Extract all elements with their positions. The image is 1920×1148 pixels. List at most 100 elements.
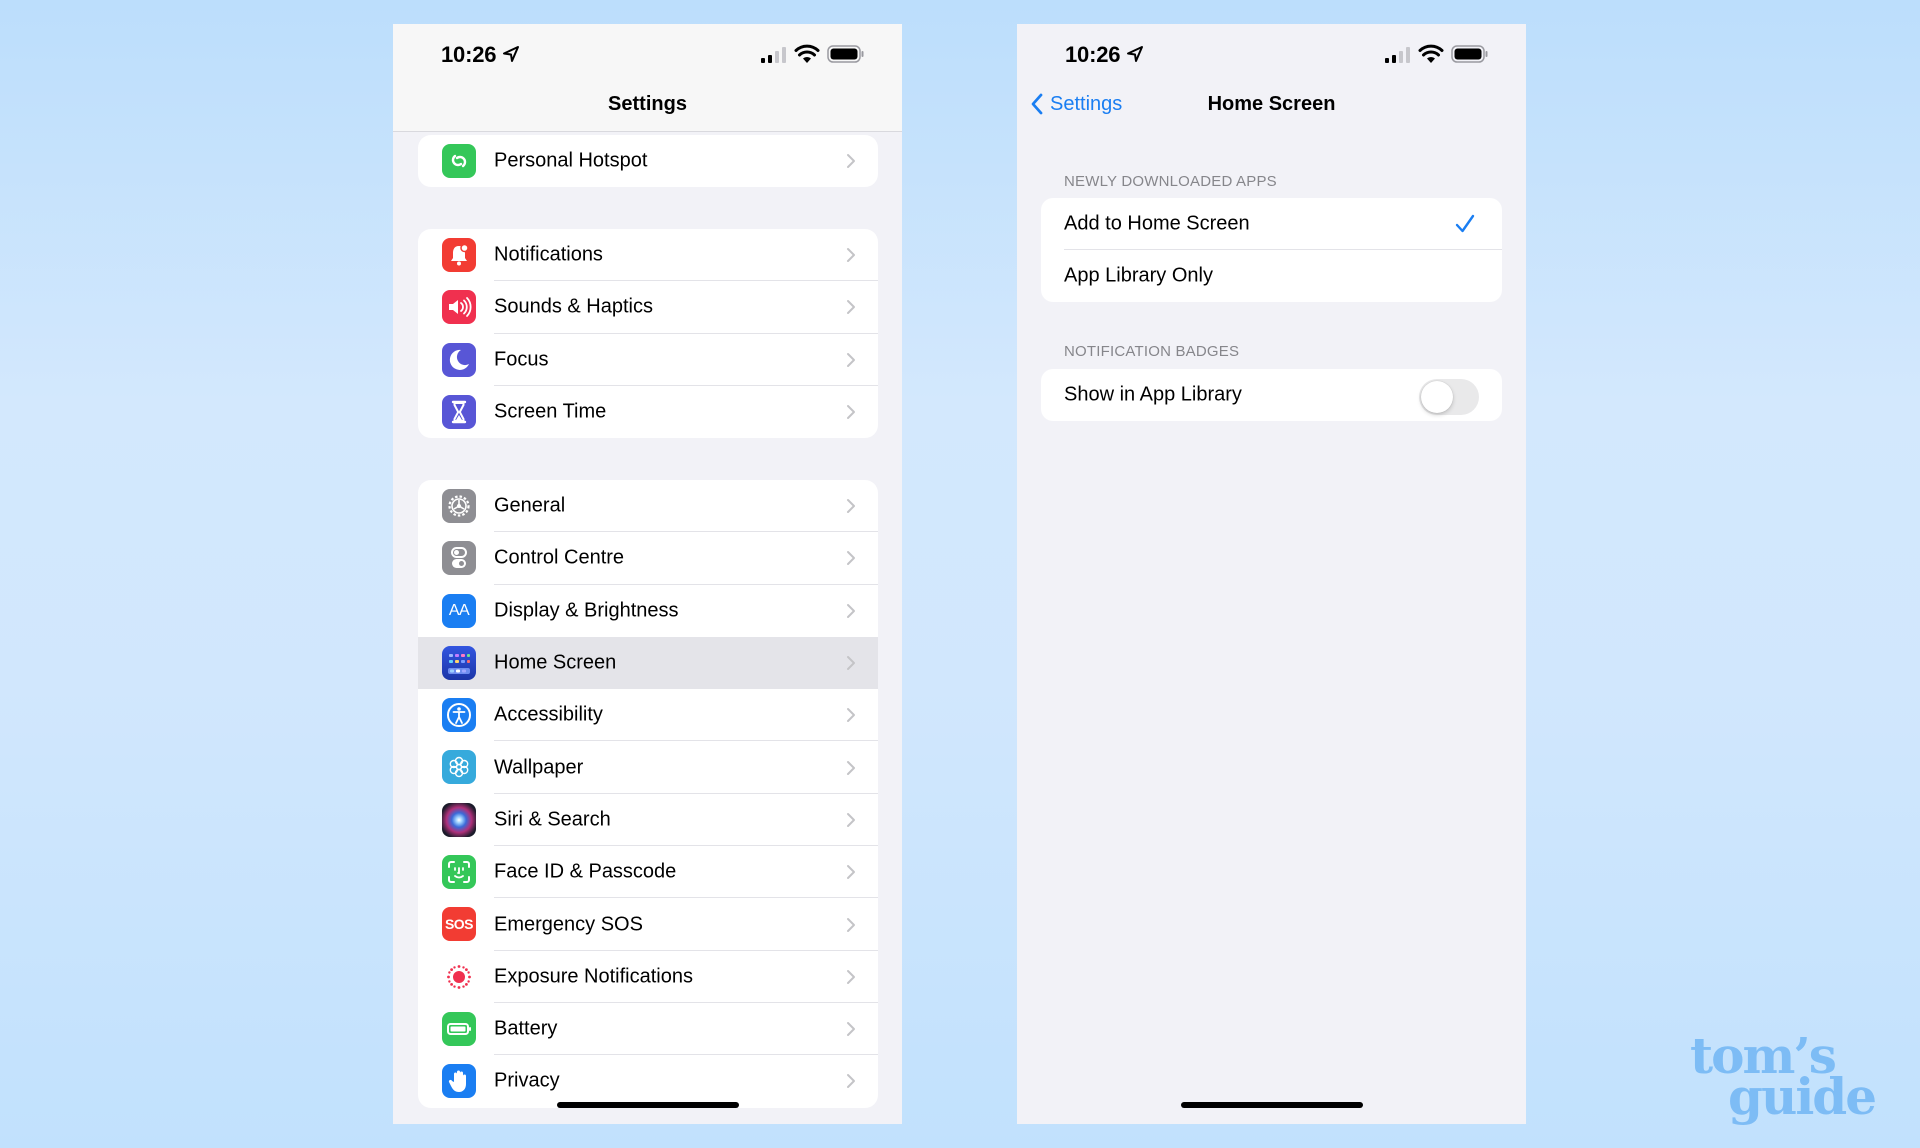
chevron-right-icon xyxy=(847,656,855,671)
siri-icon xyxy=(442,802,476,837)
settings-item-label: Sounds & Haptics xyxy=(494,295,653,318)
chevron-right-icon xyxy=(847,1074,855,1089)
chevron-right-icon xyxy=(847,603,855,618)
wifi-icon xyxy=(1418,44,1444,63)
status-bar: 10:26 xyxy=(393,24,902,84)
sounds-icon xyxy=(442,290,476,325)
chevron-right-icon xyxy=(847,865,855,880)
home-screen-settings: 10:26 Settings Home Screen NEWLY DOWNLOA… xyxy=(1017,24,1526,1124)
wifi-icon xyxy=(794,44,820,63)
settings-item-label: Display & Brightness xyxy=(494,599,679,622)
settings-item-personal-hotspot[interactable]: Personal Hotspot xyxy=(418,135,878,187)
settings-item-label: Wallpaper xyxy=(494,756,584,779)
settings-item-sounds-haptics[interactable]: Sounds & Haptics xyxy=(418,281,878,334)
settings-item-focus[interactable]: Focus xyxy=(418,334,878,386)
settings-item-notifications[interactable]: Notifications xyxy=(418,229,878,282)
chevron-right-icon xyxy=(847,300,855,315)
settings-item-wallpaper[interactable]: Wallpaper xyxy=(418,741,878,794)
option-label: Add to Home Screen xyxy=(1064,212,1250,235)
battery-icon xyxy=(1451,45,1488,63)
settings-item-emergency-sos[interactable]: SOS Emergency SOS xyxy=(418,898,878,951)
status-bar: 10:26 xyxy=(1017,24,1526,84)
settings-item-label: Siri & Search xyxy=(494,808,611,831)
checkmark-icon xyxy=(1455,214,1475,233)
settings-item-battery[interactable]: Battery xyxy=(418,1003,878,1056)
settings-item-label: Battery xyxy=(494,1017,558,1040)
focus-moon-icon xyxy=(442,342,476,377)
navigation-bar: 10:26 Settings xyxy=(393,24,902,132)
settings-item-label: Control Centre xyxy=(494,546,625,569)
home-indicator[interactable] xyxy=(556,1102,739,1108)
status-time: 10:26 xyxy=(441,42,497,67)
page-title: Settings xyxy=(608,93,687,115)
chevron-right-icon xyxy=(847,248,855,263)
location-arrow-icon xyxy=(503,46,519,62)
chevron-right-icon xyxy=(847,917,855,932)
chevron-right-icon xyxy=(847,352,855,367)
settings-screen: 10:26 Settings Personal Hotspot Notifica… xyxy=(393,24,902,1124)
option-app-library-only[interactable]: App Library Only xyxy=(1041,250,1502,302)
chevron-right-icon xyxy=(847,969,855,984)
settings-item-label: Notifications xyxy=(494,243,603,266)
battery-icon xyxy=(827,45,864,63)
chevron-right-icon xyxy=(847,405,855,420)
settings-group-notifications: Notifications Sounds & Haptics Focus Scr… xyxy=(418,229,878,439)
settings-item-home-screen[interactable]: Home Screen xyxy=(418,636,878,690)
settings-item-control-centre[interactable]: Control Centre xyxy=(418,532,878,585)
settings-item-face-id-passcode[interactable]: Face ID & Passcode xyxy=(418,846,878,899)
option-label: Show in App Library xyxy=(1064,383,1242,406)
chevron-right-icon xyxy=(847,499,855,514)
toms-guide-logo: tom’s guide xyxy=(1690,1031,1877,1122)
settings-item-accessibility[interactable]: Accessibility xyxy=(418,689,878,742)
section-header-newly-downloaded: NEWLY DOWNLOADED APPS xyxy=(1064,173,1277,190)
settings-item-label: Focus xyxy=(494,348,549,371)
emergency-sos-icon-text: SOS xyxy=(444,916,474,933)
settings-item-label: Accessibility xyxy=(494,703,603,726)
option-show-in-app-library: Show in App Library xyxy=(1041,369,1502,421)
status-time: 10:26 xyxy=(1065,42,1121,67)
privacy-hand-icon xyxy=(442,1064,476,1099)
settings-item-siri-search[interactable]: Siri & Search xyxy=(418,794,878,847)
display-brightness-icon: AA xyxy=(442,593,476,628)
chevron-right-icon xyxy=(847,154,855,168)
settings-item-screen-time[interactable]: Screen Time xyxy=(418,386,878,438)
settings-item-label: Face ID & Passcode xyxy=(494,860,677,883)
settings-item-label: Emergency SOS xyxy=(494,913,643,936)
settings-item-label: General xyxy=(494,494,566,517)
option-label: App Library Only xyxy=(1064,264,1213,287)
battery-app-icon xyxy=(442,1011,476,1046)
settings-group-connectivity: Personal Hotspot xyxy=(418,135,878,187)
settings-item-general[interactable]: General xyxy=(418,480,878,533)
newly-downloaded-options: Add to Home Screen App Library Only xyxy=(1041,198,1502,302)
signal-icon xyxy=(761,47,786,63)
settings-item-label: Exposure Notifications xyxy=(494,965,693,988)
exposure-notifications-icon xyxy=(442,959,476,994)
display-brightness-icon-text: AA xyxy=(448,601,470,619)
notifications-icon xyxy=(442,238,476,272)
screen-time-hourglass-icon xyxy=(442,394,476,429)
settings-item-privacy[interactable]: Privacy xyxy=(418,1055,878,1107)
settings-item-display-brightness[interactable]: AA Display & Brightness xyxy=(418,585,878,637)
notification-badges-card: Show in App Library xyxy=(1041,369,1502,421)
chevron-right-icon xyxy=(847,760,855,775)
chevron-right-icon xyxy=(847,812,855,827)
home-indicator[interactable] xyxy=(1180,1102,1363,1108)
settings-item-exposure-notifications[interactable]: Exposure Notifications xyxy=(418,951,878,1003)
control-centre-icon xyxy=(442,541,476,576)
option-add-to-home-screen[interactable]: Add to Home Screen xyxy=(1041,198,1502,250)
show-in-app-library-toggle[interactable] xyxy=(1419,379,1479,415)
page-title: Home Screen xyxy=(1207,93,1336,115)
chevron-right-icon xyxy=(847,1022,855,1037)
settings-item-label: Home Screen xyxy=(494,651,617,674)
signal-icon xyxy=(1385,47,1410,63)
chevron-right-icon xyxy=(847,708,855,723)
face-id-icon xyxy=(442,855,476,890)
settings-item-label: Privacy xyxy=(494,1069,560,1092)
accessibility-icon xyxy=(442,698,476,733)
settings-group-general: General Control Centre AA Display & Brig… xyxy=(418,480,878,1108)
settings-item-label: Screen Time xyxy=(494,400,607,423)
section-header-notification-badges: NOTIFICATION BADGES xyxy=(1064,343,1240,360)
chevron-right-icon xyxy=(847,551,855,566)
general-gear-icon xyxy=(442,489,476,523)
wallpaper-icon xyxy=(442,750,476,785)
